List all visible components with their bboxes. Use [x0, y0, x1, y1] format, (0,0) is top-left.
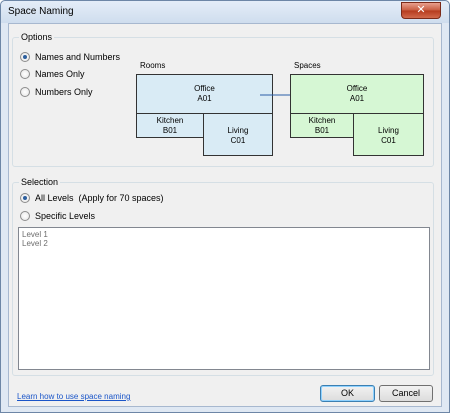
radio-names-and-numbers[interactable]: Names and Numbers: [20, 52, 120, 62]
radio-specific-levels[interactable]: Specific Levels: [20, 211, 95, 221]
list-item[interactable]: Level 2: [22, 239, 426, 248]
space-office-box: Office A01: [290, 74, 424, 114]
dialog-title: Space Naming: [8, 6, 74, 17]
radio-label: All Levels (Apply for 70 spaces): [35, 193, 164, 203]
space-living-name: Living: [378, 126, 399, 135]
space-office-number: A01: [349, 94, 365, 103]
room-kitchen-box: Kitchen B01: [136, 113, 204, 138]
radio-button[interactable]: [20, 211, 30, 221]
spaces-diagram-label: Spaces: [294, 61, 321, 70]
room-kitchen-name: Kitchen: [156, 116, 184, 125]
radio-button[interactable]: [20, 69, 30, 79]
room-kitchen-number: B01: [162, 126, 178, 135]
radio-names-only[interactable]: Names Only: [20, 69, 85, 79]
rooms-diagram-label: Rooms: [140, 61, 166, 70]
space-kitchen-box: Kitchen B01: [290, 113, 354, 138]
space-office-name: Office: [346, 84, 368, 93]
room-office-box: Office A01: [136, 74, 273, 114]
space-kitchen-name: Kitchen: [308, 116, 336, 125]
space-kitchen-number: B01: [314, 126, 330, 135]
ok-button[interactable]: OK: [320, 385, 375, 402]
radio-label: Numbers Only: [35, 87, 93, 97]
options-group-label: Options: [19, 32, 55, 42]
space-living-number: C01: [381, 136, 396, 145]
radio-all-levels[interactable]: All Levels (Apply for 70 spaces): [20, 193, 164, 203]
help-link[interactable]: Learn how to use space naming: [17, 392, 130, 401]
room-office-number: A01: [197, 94, 212, 103]
room-living-number: C01: [230, 136, 246, 145]
radio-label: Names Only: [35, 69, 85, 79]
room-office-name: Office: [194, 84, 215, 93]
radio-numbers-only[interactable]: Numbers Only: [20, 87, 93, 97]
close-button[interactable]: ✕: [401, 2, 441, 19]
radio-button[interactable]: [20, 87, 30, 97]
room-living-name: Living: [227, 126, 249, 135]
room-living-box: Living C01: [203, 113, 273, 156]
radio-label: Specific Levels: [35, 211, 96, 221]
selection-group-label: Selection: [19, 177, 61, 187]
radio-button-checked[interactable]: [20, 52, 30, 62]
radio-button-checked[interactable]: [20, 193, 30, 203]
radio-label: Names and Numbers: [35, 52, 121, 62]
list-item[interactable]: Level 1: [22, 230, 426, 239]
levels-listbox[interactable]: Level 1 Level 2: [18, 227, 430, 370]
close-icon: ✕: [416, 4, 426, 16]
title-bar[interactable]: Space Naming ✕: [1, 1, 449, 23]
space-living-box: Living C01: [353, 113, 424, 156]
cancel-button[interactable]: Cancel: [379, 385, 433, 402]
